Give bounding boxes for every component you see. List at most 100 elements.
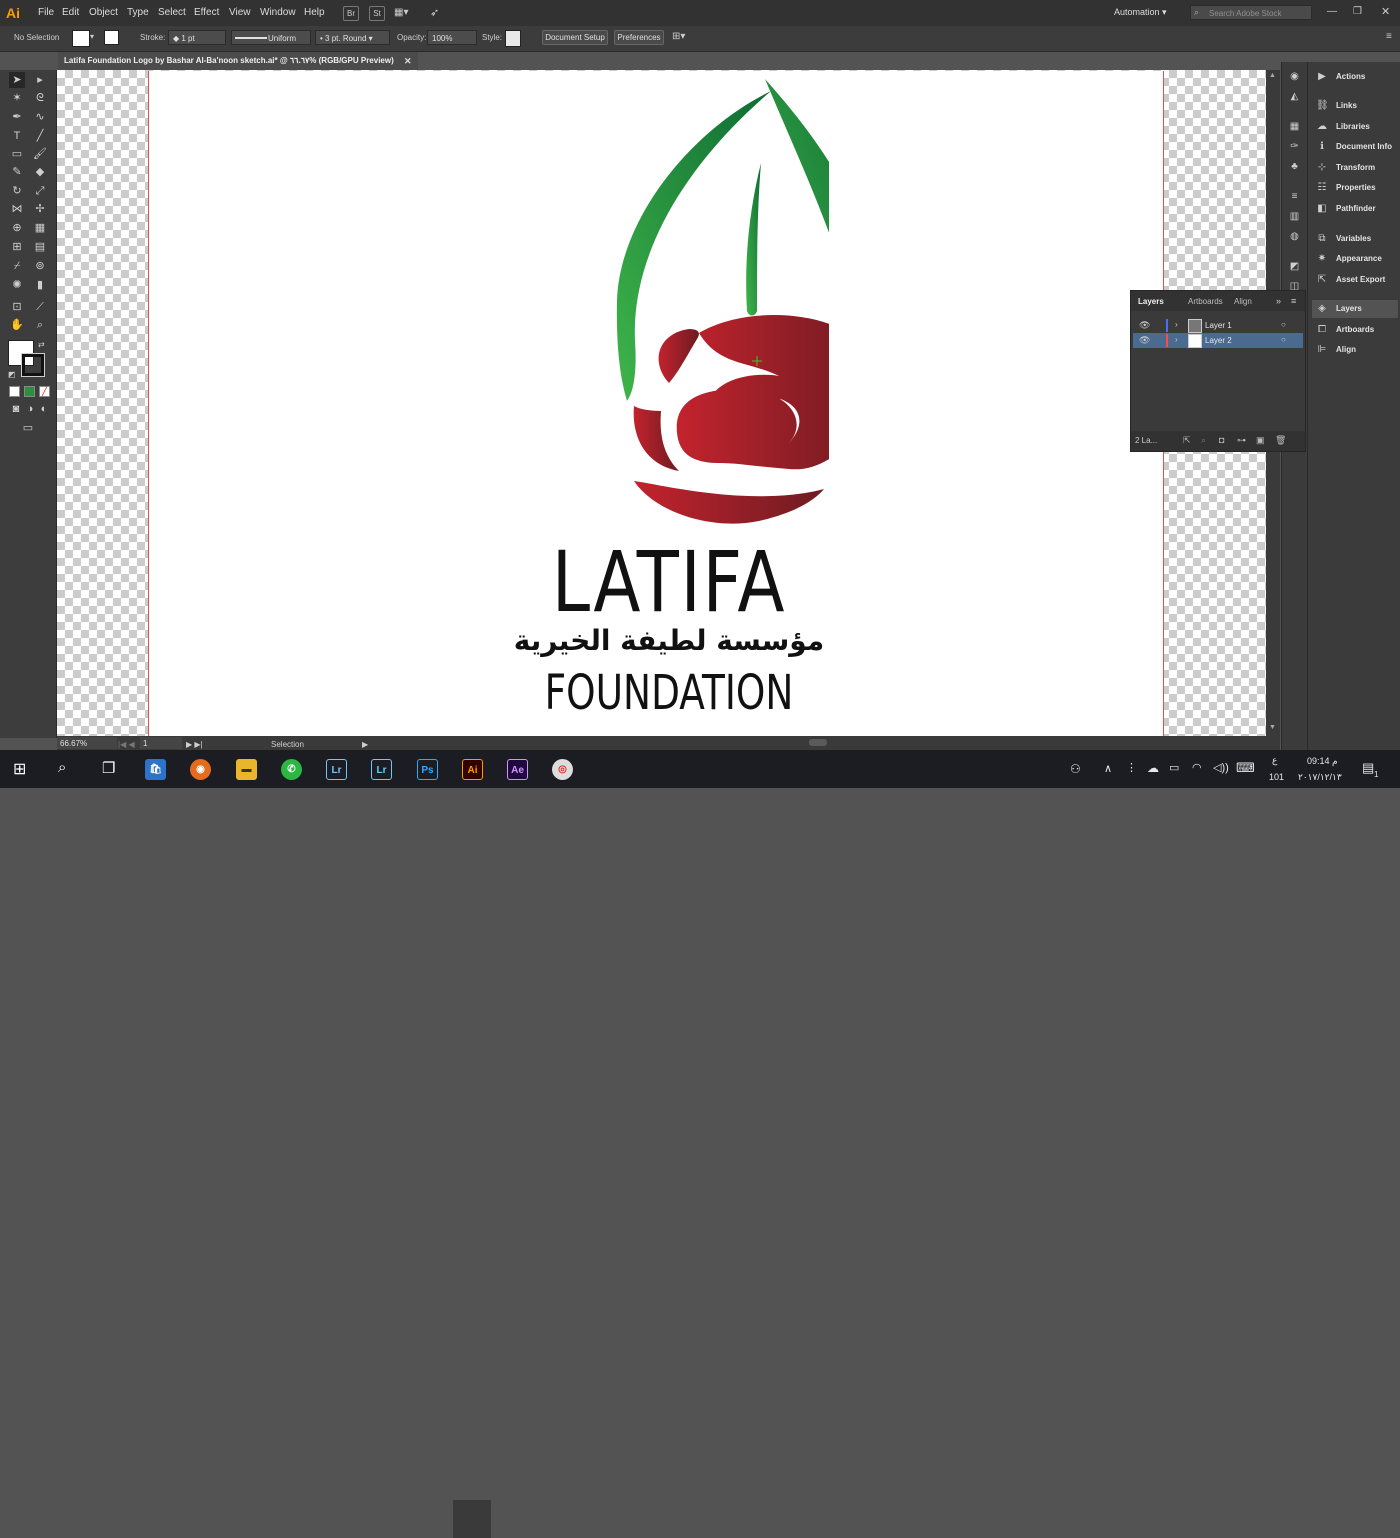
document-tab[interactable]: Latifa Foundation Logo by Bashar Al-Ba'n… xyxy=(58,52,418,70)
panel-variables[interactable]: ⧉ Variables xyxy=(1312,230,1398,248)
panel-pathfinder[interactable]: ◧ Pathfinder xyxy=(1312,200,1398,218)
lightroom-icon[interactable]: Lr xyxy=(326,759,347,780)
slice-tool-icon[interactable]: ⟋ xyxy=(32,299,48,315)
notification-icon[interactable]: ▤ xyxy=(1362,760,1374,776)
symbols-icon[interactable]: ♣ xyxy=(1288,160,1301,173)
expand-layer-icon[interactable]: › xyxy=(1175,335,1178,344)
chrome-icon[interactable]: ◎ xyxy=(552,759,573,780)
minimize-icon[interactable]: — xyxy=(1327,6,1337,17)
eraser-icon[interactable]: ◆ xyxy=(32,164,48,180)
windows-start-icon[interactable]: ⊞ xyxy=(13,759,26,779)
tab-align[interactable]: Align xyxy=(1234,297,1252,306)
layer-row[interactable]: 👁 › Layer 2 ○ xyxy=(1133,333,1303,348)
battery-icon[interactable]: ▭ xyxy=(1169,761,1179,774)
eye-icon[interactable]: 👁 xyxy=(1139,335,1150,346)
type-tool-icon[interactable]: T xyxy=(9,128,25,144)
rotate-tool-icon[interactable]: ↻ xyxy=(9,183,25,199)
panel-menu-icon[interactable]: ≡ xyxy=(1386,31,1392,42)
gradient-panel-icon[interactable]: ▥ xyxy=(1288,210,1301,223)
panel-transform[interactable]: ⊹ Transform xyxy=(1312,159,1398,177)
pasteboard[interactable]: LATIFA مؤسسة لطيفة الخيرية FOUNDATION xyxy=(57,70,1280,736)
stroke-swatch[interactable] xyxy=(104,30,119,45)
transparency-icon[interactable]: ◍ xyxy=(1288,230,1301,243)
color-panel-icon[interactable]: ◉ xyxy=(1288,70,1301,83)
artboard-number-field[interactable]: 1 xyxy=(140,737,182,749)
zoom-field[interactable]: 66.67% xyxy=(57,737,117,749)
volume-icon[interactable]: ◁)) xyxy=(1213,761,1229,774)
graphic-styles-icon[interactable]: ◩ xyxy=(1288,260,1301,273)
brushes-icon[interactable]: ✑ xyxy=(1288,140,1301,153)
color-guide-icon[interactable]: ◭ xyxy=(1288,90,1301,103)
workspace-switcher[interactable]: Automation ▾ xyxy=(1114,7,1167,18)
width-tool-icon[interactable]: ⋈ xyxy=(9,201,25,217)
first-artboard-icon[interactable]: |◀ ◀ xyxy=(118,740,135,749)
clock-time[interactable]: 09:14 م xyxy=(1307,756,1338,767)
locate-object-icon[interactable]: ⌕ xyxy=(1201,435,1206,446)
shape-builder-icon[interactable]: ⊕ xyxy=(9,220,25,236)
tab-layers[interactable]: Layers xyxy=(1138,297,1164,306)
stroke-weight-field[interactable]: ◆ 1 pt xyxy=(168,30,226,45)
horizontal-scrollbar[interactable] xyxy=(57,736,1280,750)
next-artboard-icon[interactable]: ▶ ▶| xyxy=(186,740,203,749)
puppet-warp-icon[interactable]: ✢ xyxy=(32,201,48,217)
opacity-field[interactable]: 100% xyxy=(427,30,477,45)
keyboard-icon[interactable]: ⌨ xyxy=(1236,760,1255,776)
panel-asset-export[interactable]: ⇱ Asset Export xyxy=(1312,271,1398,289)
artboard-tool-icon[interactable]: ⊡ xyxy=(9,299,25,315)
expand-layer-icon[interactable]: › xyxy=(1175,320,1178,329)
panel-libraries[interactable]: ☁ Libraries xyxy=(1312,118,1398,136)
arrange-icon[interactable]: ▦▾ xyxy=(394,7,408,18)
stock-button[interactable]: St xyxy=(369,6,385,21)
lightroom-classic-icon[interactable]: Lr xyxy=(371,759,392,780)
layers-menu-icon[interactable]: ≡ xyxy=(1291,296,1296,306)
paintbrush-icon[interactable]: 🖌 xyxy=(32,146,48,162)
none-mode-icon[interactable]: ╱ xyxy=(39,386,50,397)
close-tab-icon[interactable]: ✕ xyxy=(404,52,412,70)
menu-view[interactable]: View xyxy=(229,7,251,18)
menu-select[interactable]: Select xyxy=(158,7,186,18)
swap-colors-icon[interactable]: ⇄ xyxy=(38,340,45,349)
tab-artboards[interactable]: Artboards xyxy=(1188,297,1223,306)
logo-artwork[interactable] xyxy=(509,71,829,551)
default-colors-icon[interactable]: ◩ xyxy=(8,370,16,379)
eye-icon[interactable]: 👁 xyxy=(1139,320,1150,331)
screen-mode-icon[interactable]: ▭ xyxy=(20,420,36,436)
close-icon[interactable]: ✕ xyxy=(1381,5,1390,18)
wifi-icon[interactable]: ◠ xyxy=(1192,761,1202,774)
panel-align[interactable]: ⊫ Align xyxy=(1312,341,1398,359)
selection-tool-icon[interactable]: ➤ xyxy=(9,72,25,88)
network-tray-icon[interactable]: ⋮ xyxy=(1126,761,1137,774)
stroke-color-box[interactable] xyxy=(21,353,45,377)
panel-appearance[interactable]: ✷ Appearance xyxy=(1312,250,1398,268)
brush-select[interactable]: • 3 pt. Round ▾ xyxy=(315,30,390,45)
menu-edit[interactable]: Edit xyxy=(62,7,79,18)
zoom-tool-icon[interactable]: ⌕ xyxy=(32,317,48,333)
input-language[interactable]: ع xyxy=(1272,755,1277,766)
bridge-button[interactable]: Br xyxy=(343,6,359,21)
logo-foundation-text[interactable]: FOUNDATION xyxy=(544,667,794,719)
stock-search-box[interactable]: ⌕ Search Adobe Stock xyxy=(1190,5,1312,20)
chevron-up-icon[interactable]: ∧ xyxy=(1104,762,1112,775)
menu-file[interactable]: File xyxy=(38,7,54,18)
after-effects-icon[interactable]: Ae xyxy=(507,759,528,780)
expand-panel-icon[interactable]: » xyxy=(1276,296,1281,306)
clipping-mask-icon[interactable]: ◘ xyxy=(1219,435,1224,445)
artboard[interactable]: LATIFA مؤسسة لطيفة الخيرية FOUNDATION xyxy=(148,71,1164,736)
panel-artboards[interactable]: ⧠ Artboards xyxy=(1312,321,1398,339)
trash-icon[interactable]: 🗑 xyxy=(1275,435,1286,446)
shaper-tool-icon[interactable]: ✎ xyxy=(9,164,25,180)
rectangle-tool-icon[interactable]: ▭ xyxy=(9,146,25,162)
pen-tool-icon[interactable]: ✒ xyxy=(9,109,25,125)
gradient-mode-icon[interactable] xyxy=(24,386,35,397)
task-view-icon[interactable]: ❐ xyxy=(102,759,115,777)
logo-arabic-subtitle[interactable]: مؤسسة لطيفة الخيرية xyxy=(509,625,829,657)
scroll-up-icon[interactable]: ▲ xyxy=(1269,72,1276,79)
menu-object[interactable]: Object xyxy=(89,7,118,18)
store-icon[interactable]: 🛍 xyxy=(145,759,166,780)
swatches-icon[interactable]: ▦ xyxy=(1288,120,1301,133)
preferences-button[interactable]: Preferences xyxy=(614,30,664,45)
panel-layers[interactable]: ◈ Layers xyxy=(1312,300,1398,318)
eyedropper-icon[interactable]: ⌿ xyxy=(9,258,25,274)
chevron-down-icon[interactable]: ▾ xyxy=(90,32,94,41)
scroll-thumb[interactable] xyxy=(809,739,827,746)
